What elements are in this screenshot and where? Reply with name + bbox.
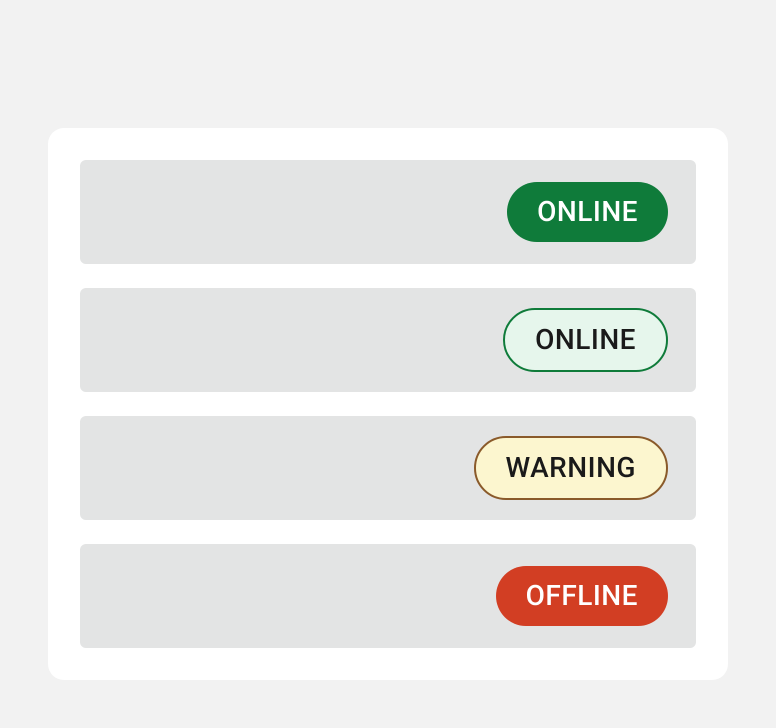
status-row: ONLINE xyxy=(80,160,696,264)
status-badge-offline: OFFLINE xyxy=(496,566,668,626)
status-badge-online-outline: ONLINE xyxy=(503,308,668,372)
status-row: WARNING xyxy=(80,416,696,520)
status-badge-warning: WARNING xyxy=(474,436,668,500)
status-card: ONLINE ONLINE WARNING OFFLINE xyxy=(48,128,728,680)
status-row: ONLINE xyxy=(80,288,696,392)
status-badge-online: ONLINE xyxy=(507,182,668,242)
status-row: OFFLINE xyxy=(80,544,696,648)
